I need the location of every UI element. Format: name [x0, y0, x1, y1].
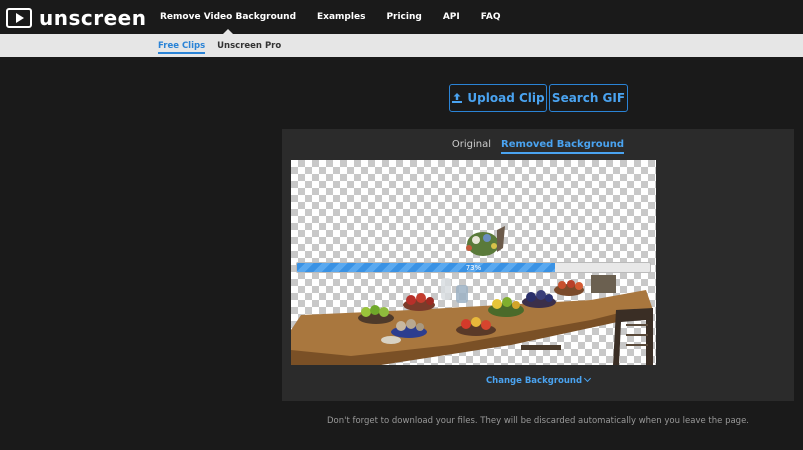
tab-original[interactable]: Original	[452, 139, 491, 155]
nav-api[interactable]: API	[443, 0, 460, 34]
nav-faq[interactable]: FAQ	[481, 0, 501, 34]
processing-progress-bar: 73%	[296, 262, 651, 273]
upload-clip-label: Upload Clip	[467, 91, 545, 105]
subnav-free-clips[interactable]: Free Clips	[158, 34, 206, 57]
search-gif-button[interactable]: Search GIF	[549, 84, 628, 112]
brand-name: unscreen	[39, 6, 147, 30]
play-icon	[6, 8, 32, 28]
change-background-label: Change Background	[485, 376, 583, 386]
upload-icon	[452, 93, 463, 103]
change-background-link[interactable]: Change Background	[282, 374, 794, 386]
sub-nav: Free Clips Unscreen Pro	[158, 34, 293, 57]
nav-remove-video-background[interactable]: Remove Video Background	[160, 0, 296, 34]
nav-pricing[interactable]: Pricing	[386, 0, 421, 34]
preview-panel: Original Removed Background 73% Change B…	[282, 129, 794, 401]
progress-label: 73%	[465, 264, 482, 272]
preview-tabs: Original Removed Background	[282, 139, 794, 155]
chevron-down-icon	[584, 374, 592, 383]
nav-examples[interactable]: Examples	[317, 0, 365, 34]
preview-canvas: 73%	[291, 160, 656, 365]
sub-navbar: Free Clips Unscreen Pro	[0, 34, 803, 57]
top-navbar: unscreen Remove Video Background Example…	[0, 0, 803, 34]
main-nav: Remove Video Background Examples Pricing…	[160, 0, 521, 34]
download-reminder: Don't forget to download your files. The…	[326, 416, 750, 426]
tab-removed-background[interactable]: Removed Background	[501, 139, 625, 154]
search-gif-label: Search GIF	[551, 91, 626, 105]
bouquet-image	[466, 226, 505, 256]
upload-clip-button[interactable]: Upload Clip	[449, 84, 547, 112]
unscreen-logo[interactable]: unscreen	[6, 6, 147, 30]
subnav-unscreen-pro[interactable]: Unscreen Pro	[217, 34, 281, 57]
